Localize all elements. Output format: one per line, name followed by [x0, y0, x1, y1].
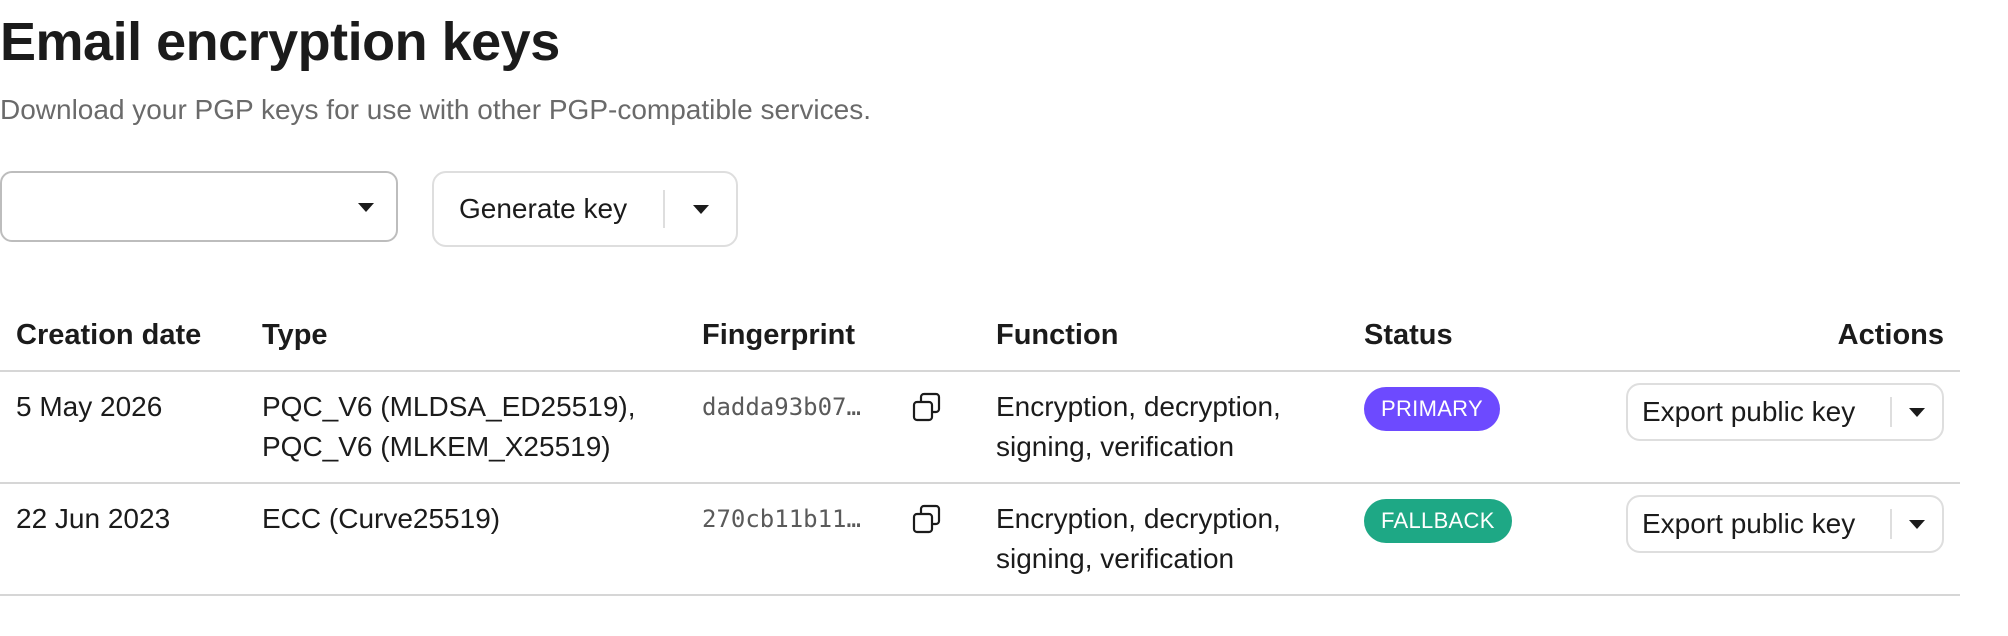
function-line: signing, verification: [996, 431, 1235, 462]
function-cell: Encryption, decryption, signing, verific…: [980, 483, 1348, 596]
chevron-down-icon: [692, 204, 709, 214]
export-split-button: Export public key: [1626, 495, 1944, 553]
column-header-function: Function: [980, 300, 1348, 372]
column-header-fingerprint: Fingerprint: [686, 300, 980, 372]
copy-icon[interactable]: [910, 502, 944, 536]
keys-table: Creation date Type Fingerprint Function …: [0, 300, 1960, 596]
column-header-type: Type: [246, 300, 686, 372]
table-header-row: Creation date Type Fingerprint Function …: [0, 300, 1960, 372]
export-options-button[interactable]: [1892, 385, 1942, 439]
chevron-down-icon: [1909, 407, 1925, 417]
table-row: 5 May 2026 PQC_V6 (MLDSA_ED25519), PQC_V…: [0, 371, 1960, 484]
fingerprint-cell: 270cb11b11…: [686, 483, 980, 596]
fingerprint-value: dadda93b07…: [702, 393, 861, 421]
fingerprint-value: 270cb11b11…: [702, 505, 861, 533]
column-header-actions: Actions: [1598, 300, 1960, 372]
generate-key-split-button: Generate key: [432, 171, 738, 247]
function-line: Encryption, decryption,: [996, 391, 1281, 422]
type-line: ECC (Curve25519): [262, 503, 501, 534]
generate-key-button[interactable]: Generate key: [434, 173, 663, 245]
copy-icon[interactable]: [910, 390, 944, 424]
export-public-key-button[interactable]: Export public key: [1628, 497, 1890, 551]
creation-date-cell: 22 Jun 2023: [0, 483, 246, 596]
status-badge: PRIMARY: [1364, 387, 1500, 431]
export-split-button: Export public key: [1626, 383, 1944, 441]
table-row: 22 Jun 2023 ECC (Curve25519) 270cb11b11…: [0, 483, 1960, 596]
actions-cell: Export public key: [1598, 483, 1960, 596]
function-line: signing, verification: [996, 543, 1235, 574]
encryption-keys-page: Email encryption keys Download your PGP …: [0, 0, 2008, 636]
chevron-down-icon: [1909, 519, 1925, 529]
page-subtitle: Download your PGP keys for use with othe…: [0, 94, 871, 125]
column-header-creation-date: Creation date: [0, 300, 246, 372]
export-public-key-button[interactable]: Export public key: [1628, 385, 1890, 439]
type-cell: PQC_V6 (MLDSA_ED25519), PQC_V6 (MLKEM_X2…: [246, 371, 686, 484]
status-cell: FALLBACK: [1348, 483, 1598, 596]
actions-cell: Export public key: [1598, 371, 1960, 484]
chevron-down-icon: [358, 203, 374, 212]
type-line: PQC_V6 (MLKEM_X25519): [262, 431, 611, 462]
address-select[interactable]: [0, 171, 398, 242]
function-line: Encryption, decryption,: [996, 503, 1281, 534]
type-line: PQC_V6 (MLDSA_ED25519),: [262, 391, 636, 422]
creation-date-cell: 5 May 2026: [0, 371, 246, 484]
column-header-status: Status: [1348, 300, 1598, 372]
status-badge: FALLBACK: [1364, 499, 1512, 543]
generate-key-options-button[interactable]: [665, 173, 736, 245]
fingerprint-cell: dadda93b07…: [686, 371, 980, 484]
export-options-button[interactable]: [1892, 497, 1942, 551]
page-title: Email encryption keys: [0, 12, 560, 72]
function-cell: Encryption, decryption, signing, verific…: [980, 371, 1348, 484]
status-cell: PRIMARY: [1348, 371, 1598, 484]
type-cell: ECC (Curve25519): [246, 483, 686, 596]
